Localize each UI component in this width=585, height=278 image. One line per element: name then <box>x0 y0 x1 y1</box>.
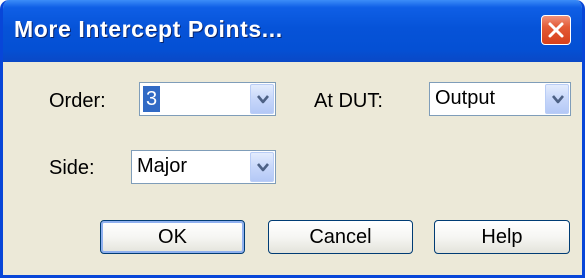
side-value: Major <box>137 155 188 177</box>
at-dut-dropdown-button[interactable] <box>545 84 569 114</box>
help-button[interactable]: Help <box>434 220 570 254</box>
at-dut-select[interactable]: Output <box>429 82 571 116</box>
at-dut-value: Output <box>435 87 496 109</box>
window-title: More Intercept Points... <box>14 16 283 42</box>
chevron-down-icon <box>257 95 269 104</box>
order-dropdown-button[interactable] <box>250 84 274 114</box>
side-label: Side: <box>49 157 95 179</box>
side-select[interactable]: Major <box>131 150 276 184</box>
chevron-down-icon <box>257 163 269 172</box>
order-select[interactable]: 3 <box>139 82 276 116</box>
dialog-window: More Intercept Points... Order: 3 At DUT… <box>0 0 585 278</box>
close-icon <box>548 22 564 38</box>
order-label: Order: <box>49 90 106 112</box>
title-bar[interactable]: More Intercept Points... <box>3 0 582 62</box>
chevron-down-icon <box>552 95 564 104</box>
cancel-button[interactable]: Cancel <box>268 220 413 254</box>
side-dropdown-button[interactable] <box>250 152 274 182</box>
ok-button[interactable]: OK <box>100 220 245 254</box>
at-dut-label: At DUT: <box>314 90 383 112</box>
order-value: 3 <box>143 86 161 112</box>
close-button[interactable] <box>541 15 571 45</box>
